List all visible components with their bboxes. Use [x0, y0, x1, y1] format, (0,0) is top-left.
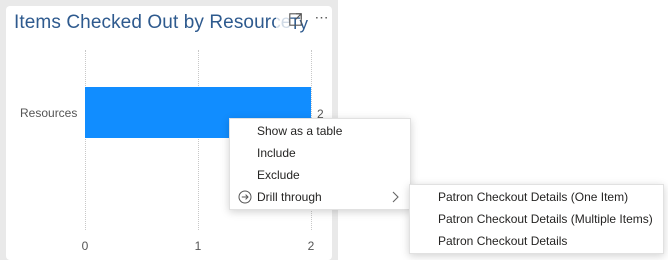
x-tick-label: 2: [307, 239, 315, 253]
visual-title: Items Checked Out by Resource: [14, 12, 292, 33]
gridline-1: [198, 50, 199, 230]
more-options-icon[interactable]: ⋯: [313, 8, 331, 26]
submenu-item-patron-checkout-multiple-items[interactable]: Patron Checkout Details (Multiple Items): [410, 208, 663, 230]
gridline-0: [85, 50, 86, 230]
x-tick-label: 1: [194, 239, 202, 253]
menu-item-drill-through[interactable]: Drill through: [230, 186, 410, 208]
menu-item-show-as-table[interactable]: Show as a table: [230, 120, 410, 142]
menu-item-label: Exclude: [257, 168, 300, 182]
submenu-item-patron-checkout-details[interactable]: Patron Checkout Details: [410, 230, 663, 252]
context-menu: Show as a table Include Exclude Drill th…: [229, 118, 411, 210]
focus-mode-icon[interactable]: [286, 10, 304, 28]
x-tick-label: 0: [81, 239, 89, 253]
drill-through-submenu: Patron Checkout Details (One Item) Patro…: [409, 184, 664, 254]
menu-item-include[interactable]: Include: [230, 142, 410, 164]
menu-item-label: Drill through: [257, 190, 322, 204]
menu-item-exclude[interactable]: Exclude: [230, 164, 410, 186]
submenu-item-label: Patron Checkout Details (One Item): [438, 190, 629, 204]
y-tick-label: Resources: [20, 106, 78, 120]
submenu-item-label: Patron Checkout Details: [438, 234, 568, 248]
menu-item-label: Show as a table: [257, 124, 343, 138]
menu-item-label: Include: [257, 146, 296, 160]
submenu-item-label: Patron Checkout Details (Multiple Items): [438, 212, 653, 226]
submenu-item-patron-checkout-one-item[interactable]: Patron Checkout Details (One Item): [410, 186, 663, 208]
drill-through-icon: [238, 190, 252, 204]
chevron-right-icon: [392, 191, 399, 203]
